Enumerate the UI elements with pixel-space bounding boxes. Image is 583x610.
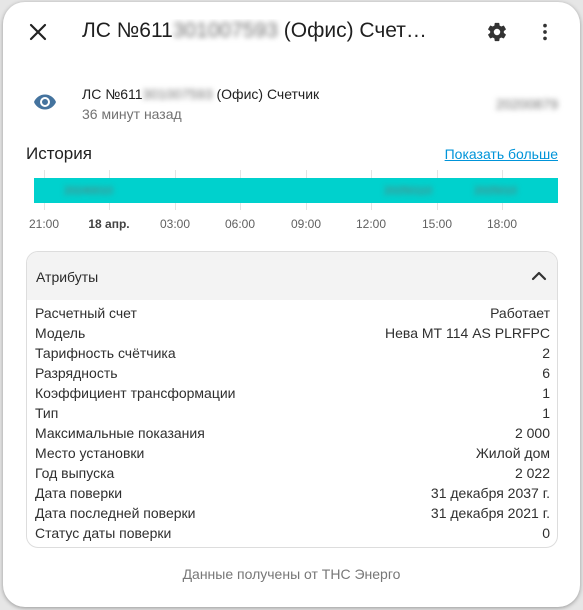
entity-row[interactable]: ЛС №611301007593 (Офис) Счетчик 36 минут… <box>3 78 580 128</box>
entity-name-suffix: (Офис) Счетчик <box>216 86 320 102</box>
attribute-value: 1 <box>542 405 550 421</box>
timeline-segment: 20250110 <box>384 185 433 197</box>
more-menu-button[interactable] <box>525 12 565 52</box>
attribute-value: Жилой дом <box>475 445 550 461</box>
attribute-key: Коэффициент трансформации <box>35 385 236 401</box>
eye-icon <box>34 94 56 110</box>
attribute-value: 31 декабря 2037 г. <box>430 485 550 501</box>
attributes-toggle[interactable]: Атрибуты <box>27 252 557 300</box>
attribute-key: Максимальные показания <box>35 425 205 441</box>
attribute-value: 31 декабря 2021 г. <box>430 505 550 521</box>
history-title: История <box>26 144 92 163</box>
attribute-key: Модель <box>35 325 86 341</box>
title-suffix: (Офис) Счет… <box>283 19 427 42</box>
attribute-key: Расчетный счет <box>35 305 137 321</box>
attribute-row: Год выпуска 2 022 <box>27 463 557 483</box>
attribution-text: Данные получены от ТНС Энерго <box>182 566 401 582</box>
attribute-value: 2 <box>542 345 550 361</box>
attributes-title: Атрибуты <box>36 269 99 285</box>
attribute-key: Тип <box>35 405 59 421</box>
timeline-tick: 06:00 <box>224 217 256 231</box>
close-button[interactable] <box>18 12 58 52</box>
timeline-tick: 21:00 <box>28 217 60 231</box>
last-changed: 36 минут назад <box>82 106 182 122</box>
timeline-segment: 20240010 <box>64 185 113 197</box>
entity-redacted-id: 301007593 <box>142 86 213 102</box>
attribute-row: Статус даты поверки 0 <box>27 523 557 543</box>
entity-state-value: 20200879 <box>495 96 558 112</box>
chevron-up-icon <box>531 271 547 281</box>
attribute-value: 2 000 <box>514 425 550 441</box>
attribute-row: Дата последней поверки 31 декабря 2021 г. <box>27 503 557 523</box>
attribute-row: Место установки Жилой дом <box>27 443 557 463</box>
attribute-row: Дата поверки 31 декабря 2037 г. <box>27 483 557 503</box>
attribute-value: 1 <box>542 385 550 401</box>
close-icon <box>29 23 47 41</box>
attribute-row: Коэффициент трансформации 1 <box>27 383 557 403</box>
attribute-value: Работает <box>490 305 550 321</box>
timeline-tick: 18 апр. <box>88 217 130 231</box>
attribute-row: Тарифность счётчика 2 <box>27 343 557 363</box>
dots-vertical-icon <box>543 23 547 41</box>
attribute-key: Тарифность счётчика <box>35 345 176 361</box>
show-more-link[interactable]: Показать больше <box>445 146 558 162</box>
attribute-row: Тип 1 <box>27 403 557 423</box>
timeline-tick: 12:00 <box>355 217 387 231</box>
attribute-key: Место установки <box>35 445 145 461</box>
attributes-list: Расчетный счет Работает Модель Нева МТ 114… <box>27 300 557 543</box>
timeline-tick: 09:00 <box>290 217 322 231</box>
attribute-key: Год выпуска <box>35 465 115 481</box>
entity-name-prefix: ЛС №611 <box>82 86 143 102</box>
attribute-row: Максимальные показания 2 000 <box>27 423 557 443</box>
attribute-key: Дата поверки <box>35 485 123 501</box>
attribute-row: Расчетный счет Работает <box>27 303 557 323</box>
attribute-value: Нева МТ 114 AS PLRFPC <box>385 325 550 341</box>
dialog-header: ЛС №611301007593 (Офис) Счет… <box>3 2 580 62</box>
attributes-panel: Атрибуты Расчетный счет Работает Модель Не… <box>26 251 558 548</box>
timeline-tick: 15:00 <box>421 217 453 231</box>
title-prefix: ЛС №611 <box>82 19 173 42</box>
entity-name: ЛС №611301007593 (Офис) Счетчик <box>82 86 319 102</box>
attribute-row: Разрядность 6 <box>27 363 557 383</box>
attribute-key: Статус даты поверки <box>35 525 172 541</box>
history-timeline-bar[interactable]: 20240010 20250110 2025010 <box>34 178 558 203</box>
attribute-key: Разрядность <box>35 365 118 381</box>
attribute-value: 6 <box>542 365 550 381</box>
more-info-dialog: ЛС №611301007593 (Офис) Счет… ЛС №611301… <box>3 2 580 607</box>
timeline-tick: 18:00 <box>486 217 518 231</box>
attribute-value: 0 <box>542 525 550 541</box>
attribute-key: Дата последней поверки <box>35 505 196 521</box>
settings-button[interactable] <box>477 12 517 52</box>
timeline-tick: 03:00 <box>159 217 191 231</box>
attribute-value: 2 022 <box>514 465 550 481</box>
timeline-segment: 2025010 <box>474 185 517 197</box>
title-redacted-id: 301007593 <box>172 19 278 42</box>
dialog-title: ЛС №611301007593 (Офис) Счет… <box>82 19 462 43</box>
attribute-row: Модель Нева МТ 114 AS PLRFPC <box>27 323 557 343</box>
gear-icon <box>488 22 506 42</box>
